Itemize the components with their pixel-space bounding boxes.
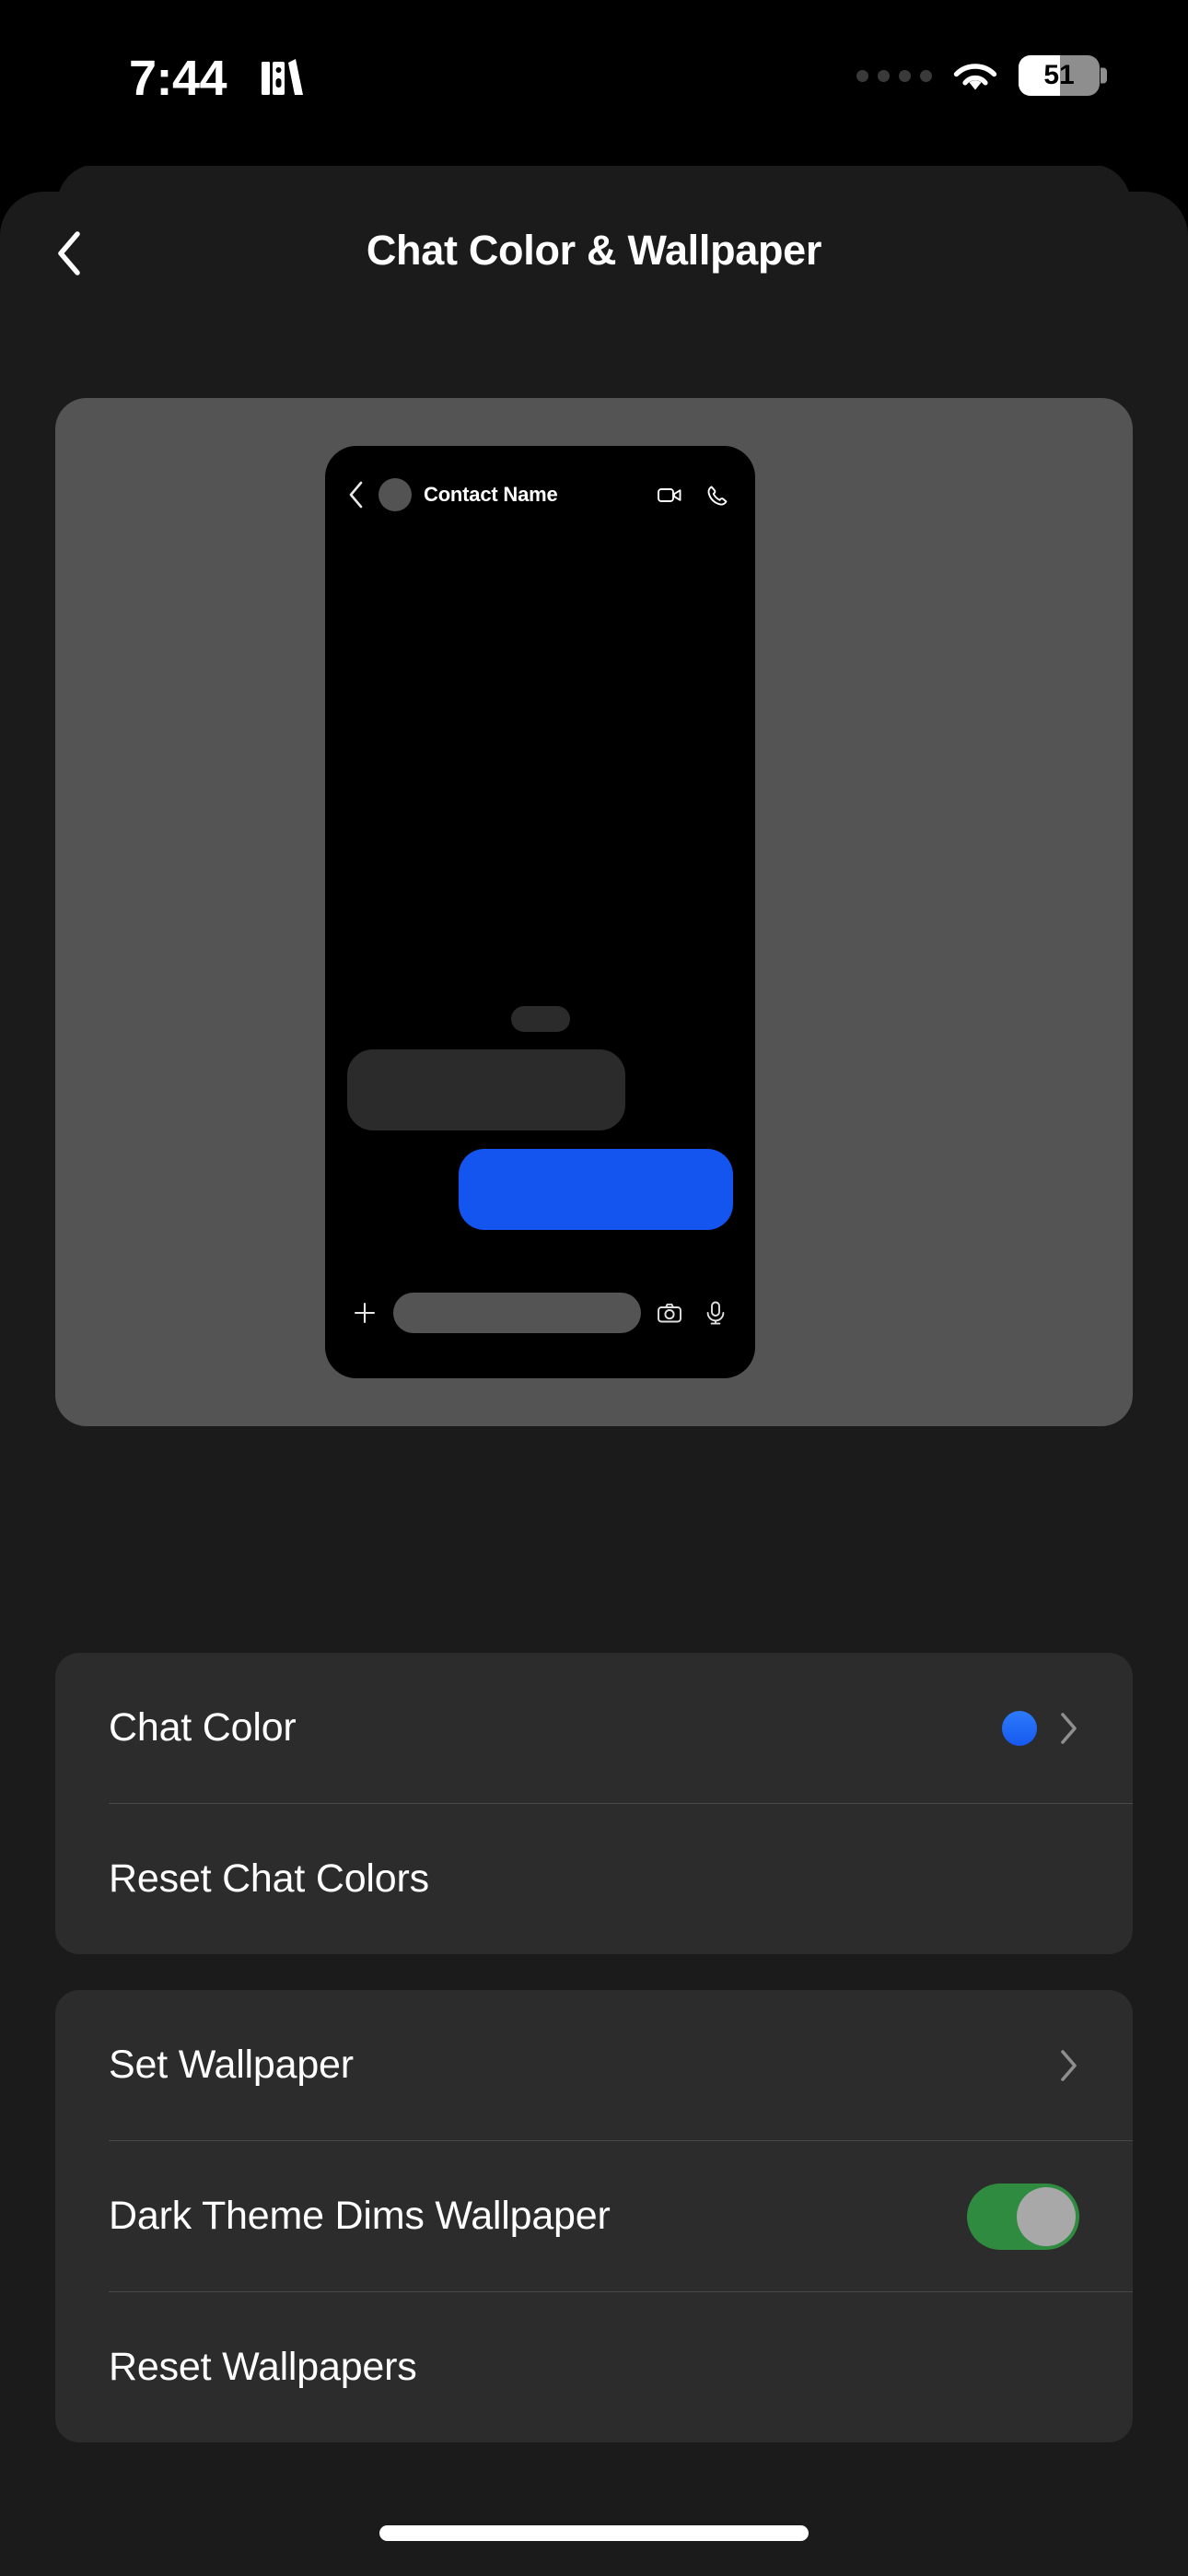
chevron-left-icon [349, 481, 363, 509]
page-title: Chat Color & Wallpaper [366, 227, 822, 274]
row-set-wallpaper[interactable]: Set Wallpaper [55, 1990, 1133, 2140]
signal-dots-icon [856, 69, 932, 82]
row-chat-color[interactable]: Chat Color [55, 1653, 1133, 1803]
wallpaper-group: Set Wallpaper Dark Theme Dims Wallpaper [55, 1990, 1133, 2442]
row-dark-theme-accessory [967, 2183, 1079, 2250]
home-indicator[interactable] [379, 2525, 809, 2541]
battery-percent-label: 51 [1043, 60, 1075, 90]
chat-color-group: Chat Color Reset Chat Colors [55, 1653, 1133, 1954]
preview-incoming-bubble [347, 1049, 625, 1130]
preview-composer-bar [325, 1270, 755, 1378]
row-reset-chat-colors-label: Reset Chat Colors [109, 1856, 429, 1901]
row-dark-theme-dims-wallpaper[interactable]: Dark Theme Dims Wallpaper [55, 2141, 1133, 2291]
chevron-right-icon [1061, 2049, 1077, 2081]
wifi-icon [953, 64, 997, 90]
preview-contact-name: Contact Name [424, 483, 558, 506]
row-reset-wallpapers[interactable]: Reset Wallpapers [55, 2292, 1133, 2442]
camera-icon [658, 1303, 681, 1323]
status-bar-time: 7:44 [129, 51, 227, 106]
chat-color-swatch[interactable] [1002, 1710, 1037, 1746]
phone-icon [707, 486, 728, 506]
row-set-wallpaper-label: Set Wallpaper [109, 2043, 354, 2087]
preview-date-divider [510, 1006, 570, 1032]
row-set-wallpaper-accessory [1059, 2049, 1079, 2082]
row-dark-theme-dims-wallpaper-label: Dark Theme Dims Wallpaper [109, 2194, 611, 2238]
navigation-bar: Chat Color & Wallpaper [0, 192, 1188, 316]
row-reset-chat-colors[interactable]: Reset Chat Colors [55, 1804, 1133, 1954]
phone-screen: 7:44 51 Chat Color & Wallpaper Contact N… [0, 0, 1188, 2576]
video-camera-icon [658, 488, 681, 502]
preview-chat-header: Contact Name [325, 446, 755, 544]
dark-theme-dims-wallpaper-toggle[interactable] [967, 2183, 1079, 2250]
preview-message-input [393, 1293, 641, 1333]
chat-preview-card: Contact Name [55, 398, 1133, 1426]
status-bar-indicators: 51 [856, 53, 1107, 98]
settings-sheet: Chat Color & Wallpaper Contact Name Chat… [0, 192, 1188, 2576]
row-reset-wallpapers-label: Reset Wallpapers [109, 2345, 417, 2389]
avatar [379, 478, 412, 511]
chevron-right-icon [1061, 1712, 1077, 1744]
battery-tip [1101, 67, 1107, 84]
books-icon [262, 59, 303, 95]
phone-mockup: Contact Name [325, 446, 755, 1378]
toggle-knob [1017, 2186, 1076, 2246]
microphone-icon [706, 1301, 725, 1325]
battery-icon: 51 [1019, 55, 1107, 96]
plus-icon [354, 1302, 376, 1324]
preview-outgoing-bubble [459, 1149, 733, 1230]
preview-chat-actions [656, 481, 731, 509]
row-chat-color-accessory [1002, 1710, 1079, 1746]
status-bar: 7:44 51 [0, 0, 1188, 166]
row-chat-color-label: Chat Color [109, 1705, 297, 1750]
